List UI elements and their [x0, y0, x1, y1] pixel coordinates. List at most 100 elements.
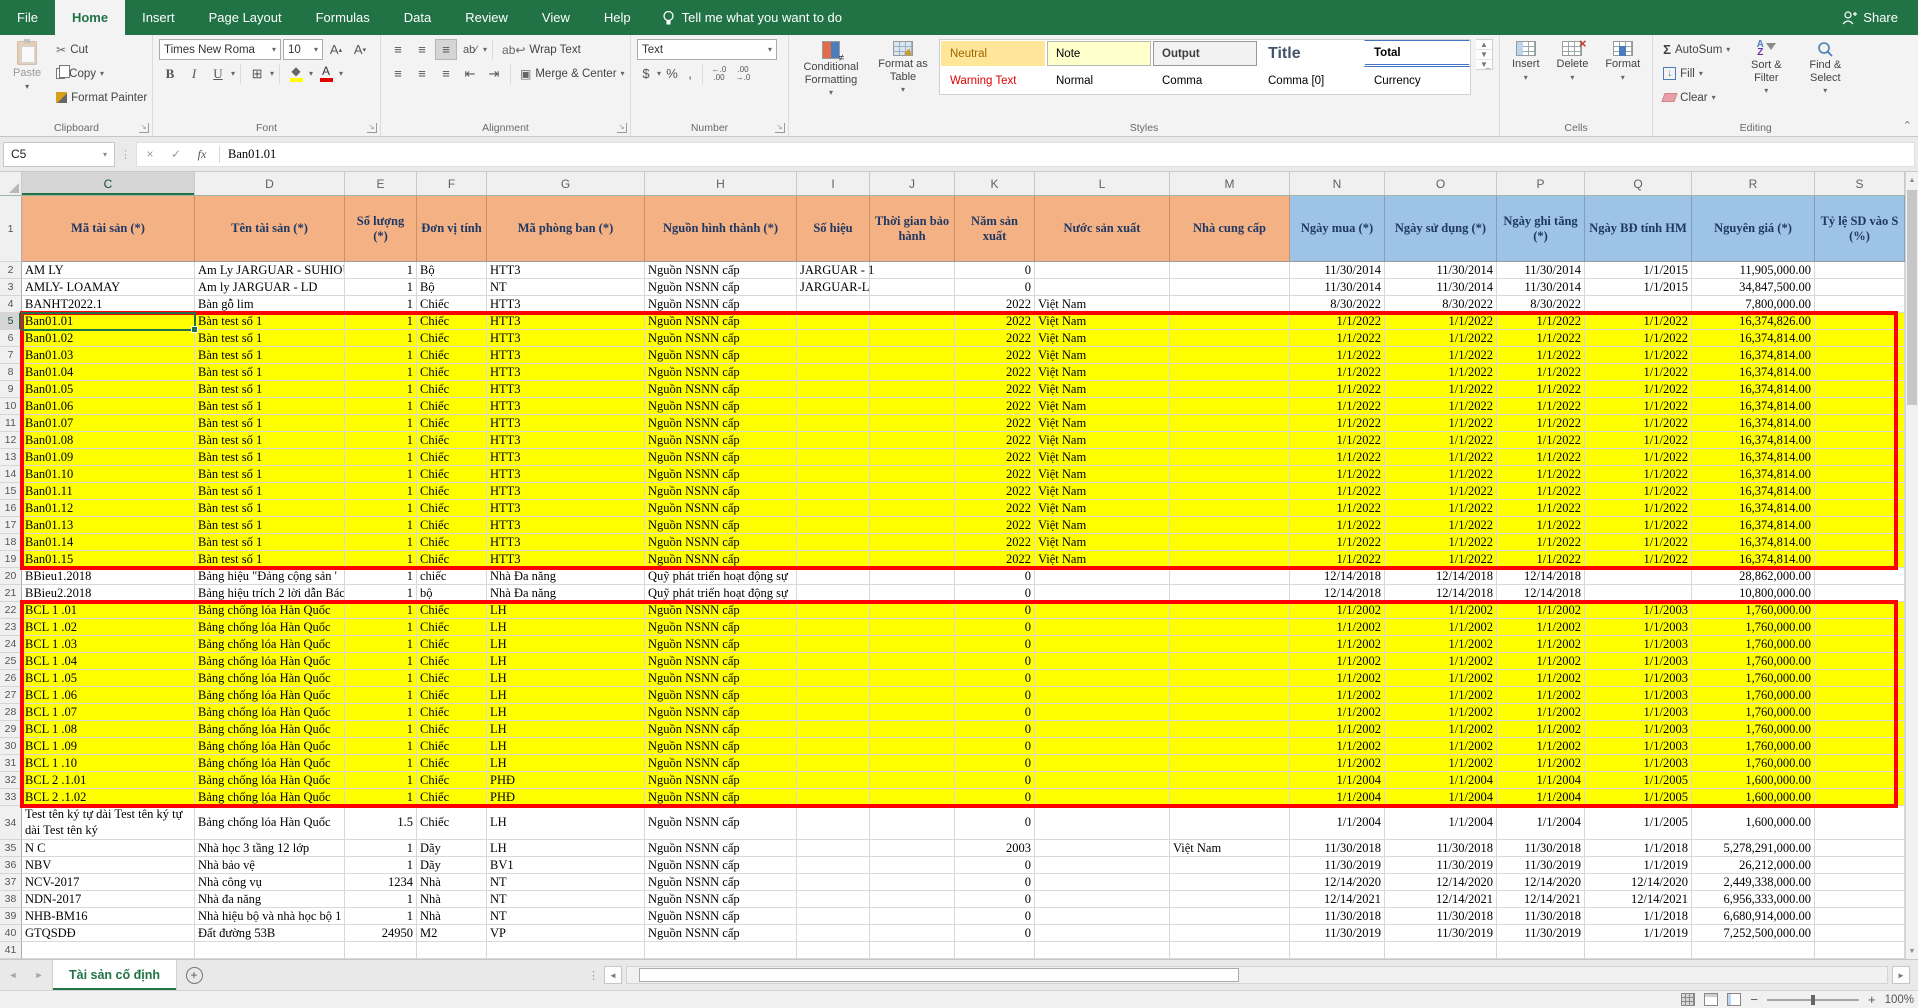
cell-C14[interactable]: Ban01.10	[22, 466, 195, 483]
cell-K41[interactable]	[955, 942, 1035, 959]
cell-K13[interactable]: 2022	[955, 449, 1035, 466]
cell-C38[interactable]: NDN-2017	[22, 891, 195, 908]
cell-K5[interactable]: 2022	[955, 313, 1035, 330]
cell-C3[interactable]: AMLY- LOAMAY	[22, 279, 195, 296]
cell-K34[interactable]: 0	[955, 806, 1035, 840]
cell-S22[interactable]	[1815, 602, 1905, 619]
cell-L9[interactable]: Việt Nam	[1035, 381, 1170, 398]
cell-H18[interactable]: Nguồn NSNN cấp	[645, 534, 797, 551]
cell-N36[interactable]: 11/30/2019	[1290, 857, 1385, 874]
cell-H34[interactable]: Nguồn NSNN cấp	[645, 806, 797, 840]
cell-R4[interactable]: 7,800,000.00	[1692, 296, 1815, 313]
cell-F23[interactable]: Chiếc	[417, 619, 487, 636]
paste-button[interactable]: Paste ▾	[7, 39, 47, 93]
cell-J37[interactable]	[870, 874, 955, 891]
cell-H37[interactable]: Nguồn NSNN cấp	[645, 874, 797, 891]
cell-P29[interactable]: 1/1/2002	[1497, 721, 1585, 738]
bold-button[interactable]: B	[159, 63, 181, 84]
cell-L5[interactable]: Việt Nam	[1035, 313, 1170, 330]
row-header-5[interactable]: 5	[0, 313, 22, 330]
column-header-J[interactable]: J	[870, 172, 955, 195]
cell-F4[interactable]: Chiếc	[417, 296, 487, 313]
cell-Q18[interactable]: 1/1/2022	[1585, 534, 1692, 551]
italic-button[interactable]: I	[183, 63, 205, 84]
cell-M27[interactable]	[1170, 687, 1290, 704]
cell-R39[interactable]: 6,680,914,000.00	[1692, 908, 1815, 925]
cell-F31[interactable]: Chiếc	[417, 755, 487, 772]
cell-F16[interactable]: Chiếc	[417, 500, 487, 517]
cell-P6[interactable]: 1/1/2022	[1497, 330, 1585, 347]
previous-sheet-button[interactable]: ◄	[0, 960, 26, 990]
comma-style-button[interactable]: ,	[683, 63, 697, 84]
zoom-level[interactable]: 100%	[1885, 994, 1914, 1006]
increase-indent-button[interactable]: ⇥	[483, 63, 505, 84]
cell-E3[interactable]: 1	[345, 279, 417, 296]
cell-C16[interactable]: Ban01.12	[22, 500, 195, 517]
row-header-15[interactable]: 15	[0, 483, 22, 500]
cell-I25[interactable]	[797, 653, 870, 670]
cell-O21[interactable]: 12/14/2018	[1385, 585, 1497, 602]
cell-L17[interactable]: Việt Nam	[1035, 517, 1170, 534]
cell-J23[interactable]	[870, 619, 955, 636]
font-name-select[interactable]: Times New Roma▾	[159, 39, 281, 60]
cell-Q12[interactable]: 1/1/2022	[1585, 432, 1692, 449]
row-header-12[interactable]: 12	[0, 432, 22, 449]
cell-K12[interactable]: 2022	[955, 432, 1035, 449]
cell-M11[interactable]	[1170, 415, 1290, 432]
cell-D24[interactable]: Bảng chống lóa Hàn Quốc	[195, 636, 345, 653]
cell-I27[interactable]	[797, 687, 870, 704]
cell-K31[interactable]: 0	[955, 755, 1035, 772]
cell-D15[interactable]: Bàn test số 1	[195, 483, 345, 500]
cell-I32[interactable]	[797, 772, 870, 789]
cell-P13[interactable]: 1/1/2022	[1497, 449, 1585, 466]
cell-P14[interactable]: 1/1/2022	[1497, 466, 1585, 483]
cell-E7[interactable]: 1	[345, 347, 417, 364]
ribbon-tab-view[interactable]: View	[525, 0, 587, 35]
cell-O37[interactable]: 12/14/2020	[1385, 874, 1497, 891]
cell-M29[interactable]	[1170, 721, 1290, 738]
cell-R37[interactable]: 2,449,338,000.00	[1692, 874, 1815, 891]
cell-R22[interactable]: 1,760,000.00	[1692, 602, 1815, 619]
cell-O30[interactable]: 1/1/2002	[1385, 738, 1497, 755]
cell-M28[interactable]	[1170, 704, 1290, 721]
cell-R40[interactable]: 7,252,500,000.00	[1692, 925, 1815, 942]
cell-C17[interactable]: Ban01.13	[22, 517, 195, 534]
cell-F6[interactable]: Chiếc	[417, 330, 487, 347]
cell-N17[interactable]: 1/1/2022	[1290, 517, 1385, 534]
cell-Q20[interactable]	[1585, 568, 1692, 585]
cell-K6[interactable]: 2022	[955, 330, 1035, 347]
cell-I35[interactable]	[797, 840, 870, 857]
row-header-8[interactable]: 8	[0, 364, 22, 381]
cell-D20[interactable]: Bảng hiệu "Đảng cộng sản '	[195, 568, 345, 585]
row-header-37[interactable]: 37	[0, 874, 22, 891]
row-header-39[interactable]: 39	[0, 908, 22, 925]
cell-K24[interactable]: 0	[955, 636, 1035, 653]
row-header-23[interactable]: 23	[0, 619, 22, 636]
cell-N18[interactable]: 1/1/2022	[1290, 534, 1385, 551]
cell-D40[interactable]: Đất đường 53B	[195, 925, 345, 942]
cell-O10[interactable]: 1/1/2022	[1385, 398, 1497, 415]
row-header-27[interactable]: 27	[0, 687, 22, 704]
cell-R18[interactable]: 16,374,814.00	[1692, 534, 1815, 551]
cell-I29[interactable]	[797, 721, 870, 738]
cell-R16[interactable]: 16,374,814.00	[1692, 500, 1815, 517]
cell-L18[interactable]: Việt Nam	[1035, 534, 1170, 551]
underline-button[interactable]: U	[207, 63, 229, 84]
cell-D2[interactable]: Am Ly JARGUAR - SUHIOU	[195, 262, 345, 279]
cell-P31[interactable]: 1/1/2002	[1497, 755, 1585, 772]
cell-M5[interactable]	[1170, 313, 1290, 330]
cell-C12[interactable]: Ban01.08	[22, 432, 195, 449]
cell-K29[interactable]: 0	[955, 721, 1035, 738]
cell-D10[interactable]: Bàn test số 1	[195, 398, 345, 415]
cell-G10[interactable]: HTT3	[487, 398, 645, 415]
column-header-D[interactable]: D	[195, 172, 345, 195]
cell-P22[interactable]: 1/1/2002	[1497, 602, 1585, 619]
cell-H30[interactable]: Nguồn NSNN cấp	[645, 738, 797, 755]
cell-L16[interactable]: Việt Nam	[1035, 500, 1170, 517]
copy-button[interactable]: Copy▾	[52, 63, 151, 84]
cell-J25[interactable]	[870, 653, 955, 670]
cell-F19[interactable]: Chiếc	[417, 551, 487, 568]
cell-E25[interactable]: 1	[345, 653, 417, 670]
cell-M4[interactable]	[1170, 296, 1290, 313]
cell-K37[interactable]: 0	[955, 874, 1035, 891]
